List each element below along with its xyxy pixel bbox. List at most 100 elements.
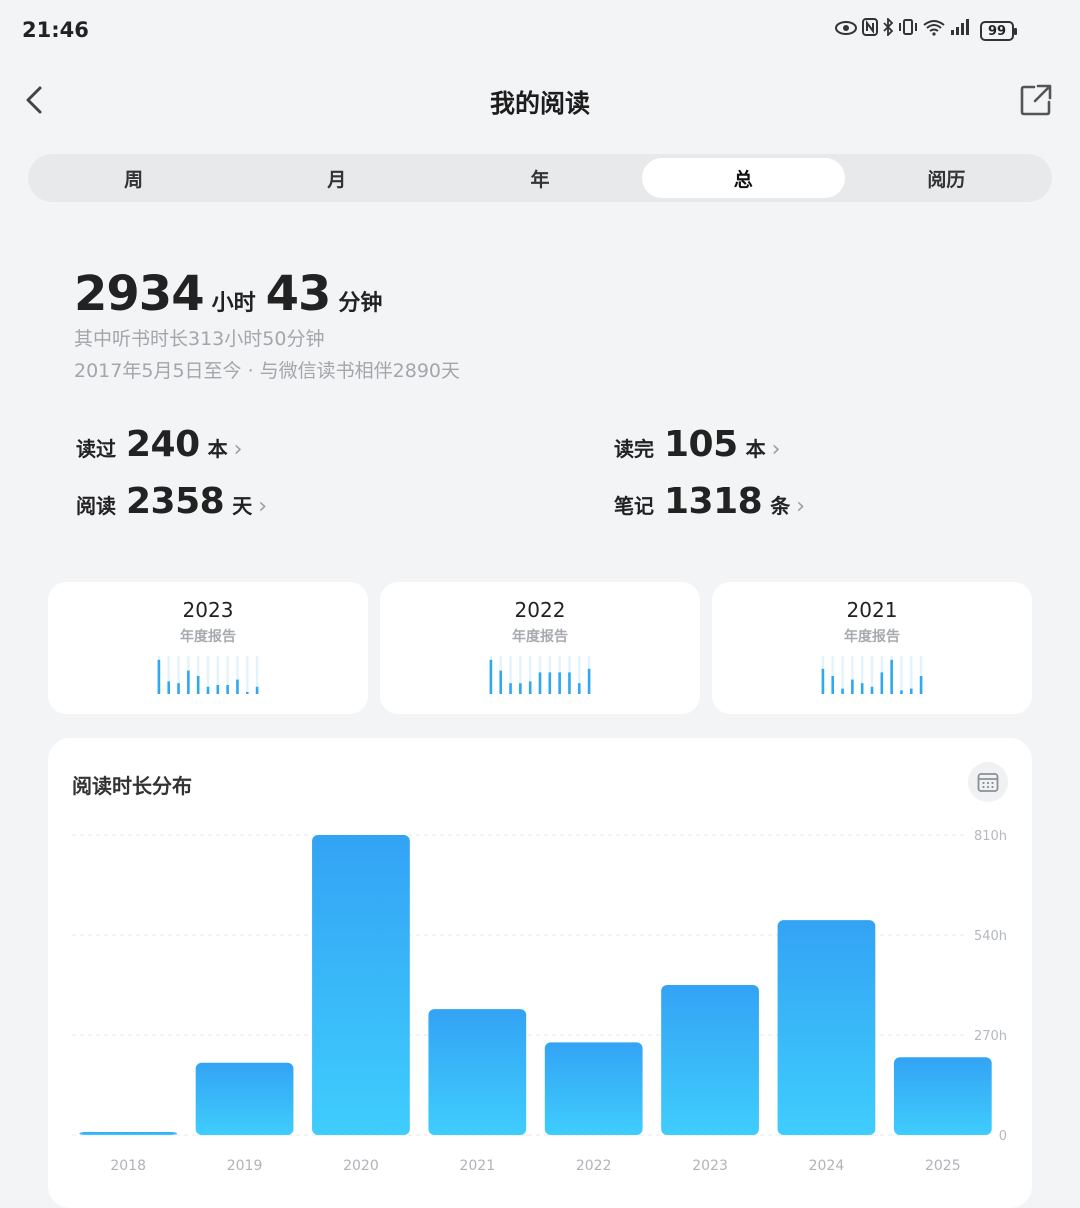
spark-bar: [568, 672, 571, 694]
report-year: 2023: [182, 598, 234, 622]
report-subtitle: 年度报告: [180, 629, 236, 645]
x-tick-label: 2025: [925, 1158, 961, 1174]
wifi-icon: [922, 18, 946, 44]
y-tick-label: 270h: [974, 1029, 1007, 1044]
report-card-2021[interactable]: 2021 年度报告: [712, 582, 1032, 714]
spark-bar: [538, 672, 542, 694]
report-sparkline: [821, 656, 923, 694]
minutes-unit: 分钟: [338, 291, 383, 316]
spark-bar: [577, 683, 581, 694]
spark-bar: [519, 683, 522, 694]
report-card-2022[interactable]: 2022 年度报告: [380, 582, 700, 714]
spark-bar: [177, 683, 180, 694]
share-icon: [1020, 84, 1052, 116]
stat-value: 1318: [664, 481, 763, 522]
report-subtitle: 年度报告: [844, 629, 900, 645]
total-hours: 2934: [74, 266, 205, 322]
since-date: 2017年5月5日至今 · 与微信读书相伴2890天: [74, 360, 461, 382]
stat-value: 240: [126, 424, 200, 465]
period-tabs: 周 月 年 总 阅历: [28, 154, 1052, 202]
reading-duration-chart: 0 270h 540h 810h 2018 2019 2020 2021 2022 2023 202…: [72, 829, 1007, 1174]
stat-label: 读过: [76, 437, 116, 461]
spark-bar: [226, 685, 229, 694]
status-time: 21:46: [22, 18, 89, 42]
total-minutes: 43: [265, 266, 332, 322]
spark-bar: [187, 670, 190, 694]
chevron-right-icon: ›: [233, 437, 243, 462]
spark-bar: [851, 679, 854, 694]
y-tick-label: 540h: [974, 929, 1007, 944]
chart-title: 阅读时长分布: [72, 774, 192, 798]
stat-notes[interactable]: 笔记 1318 条 ›: [614, 481, 805, 522]
hours-unit: 小时: [211, 291, 256, 316]
share-button[interactable]: [1018, 82, 1054, 118]
tab-total[interactable]: 总: [641, 158, 845, 198]
y-tick-label: 0: [999, 1129, 1007, 1144]
spark-bar: [890, 659, 893, 694]
stat-reading-days[interactable]: 阅读 2358 天 ›: [76, 481, 267, 522]
tab-year[interactable]: 年: [438, 158, 641, 198]
stat-unit: 条: [770, 494, 791, 518]
report-subtitle: 年度报告: [512, 629, 568, 645]
spark-bar: [558, 672, 561, 694]
bar-2022[interactable]: [544, 1042, 643, 1135]
nav-bar: 我的阅读: [0, 62, 1080, 138]
report-year: 2022: [514, 598, 566, 622]
report-year: 2021: [846, 598, 898, 622]
stat-value: 2358: [126, 481, 225, 522]
spark-bar: [900, 690, 903, 694]
spark-bar: [587, 668, 591, 694]
spark-bar: [157, 659, 161, 694]
spark-bar: [880, 672, 884, 694]
bar-2025[interactable]: [893, 1057, 992, 1135]
spark-bar: [860, 683, 864, 694]
report-card-2023[interactable]: 2023 年度报告: [48, 582, 368, 714]
spark-bar: [167, 681, 171, 694]
stat-label: 笔记: [614, 494, 654, 518]
stat-unit: 本: [745, 437, 766, 461]
spark-bar: [841, 688, 844, 694]
bar-2021[interactable]: [428, 1009, 527, 1135]
calendar-icon: [977, 773, 999, 792]
status-icons: 99: [834, 16, 1017, 44]
listen-duration: 其中听书时长313小时50分钟: [74, 328, 325, 350]
spark-bar: [919, 676, 923, 694]
spark-bar: [216, 685, 220, 694]
status-bar: 21:46 99: [0, 0, 1080, 62]
bar-2020[interactable]: [312, 835, 410, 1135]
eye-icon: [834, 18, 858, 44]
stat-books-read[interactable]: 读过 240 本 ›: [76, 424, 242, 465]
reading-duration-card: 0 270h 540h 810h 2018 2019 2020 2021 2022 2023 202…: [48, 738, 1032, 1208]
page-title: 我的阅读: [489, 89, 590, 118]
bar-2018[interactable]: [79, 1132, 178, 1135]
chevron-right-icon: ›: [258, 494, 268, 519]
spark-bar: [236, 679, 239, 694]
stat-unit: 本: [207, 437, 228, 461]
nfc-icon: [862, 18, 878, 44]
bar-2024[interactable]: [777, 920, 876, 1135]
signal-icon: [950, 18, 972, 44]
stat-value: 105: [664, 424, 738, 465]
vibrate-icon: [898, 18, 918, 44]
stat-label: 阅读: [76, 494, 116, 518]
x-tick-label: 2019: [227, 1158, 263, 1174]
x-tick-label: 2020: [343, 1158, 379, 1174]
spark-bar: [245, 692, 249, 694]
tab-history[interactable]: 阅历: [845, 158, 1048, 198]
chevron-right-icon: ›: [796, 494, 806, 519]
annual-reports: 2023 年度报告 2022 年度报告 2021 年度报告: [48, 582, 1032, 714]
stat-books-finished[interactable]: 读完 105 本 ›: [614, 424, 780, 465]
tab-week[interactable]: 周: [32, 158, 235, 198]
total-reading-time: 2934 小时 43 分钟: [74, 266, 392, 322]
bar-2023[interactable]: [661, 985, 759, 1135]
stat-unit: 天: [232, 494, 253, 518]
spark-bar: [870, 686, 874, 694]
x-tick-label: 2023: [692, 1158, 728, 1174]
bar-2019[interactable]: [195, 1062, 294, 1135]
spark-bar: [528, 681, 532, 694]
spark-bar: [255, 686, 259, 694]
spark-bar: [548, 672, 552, 694]
y-tick-label: 810h: [974, 829, 1007, 844]
tab-month[interactable]: 月: [235, 158, 438, 198]
calendar-button[interactable]: [968, 762, 1008, 802]
